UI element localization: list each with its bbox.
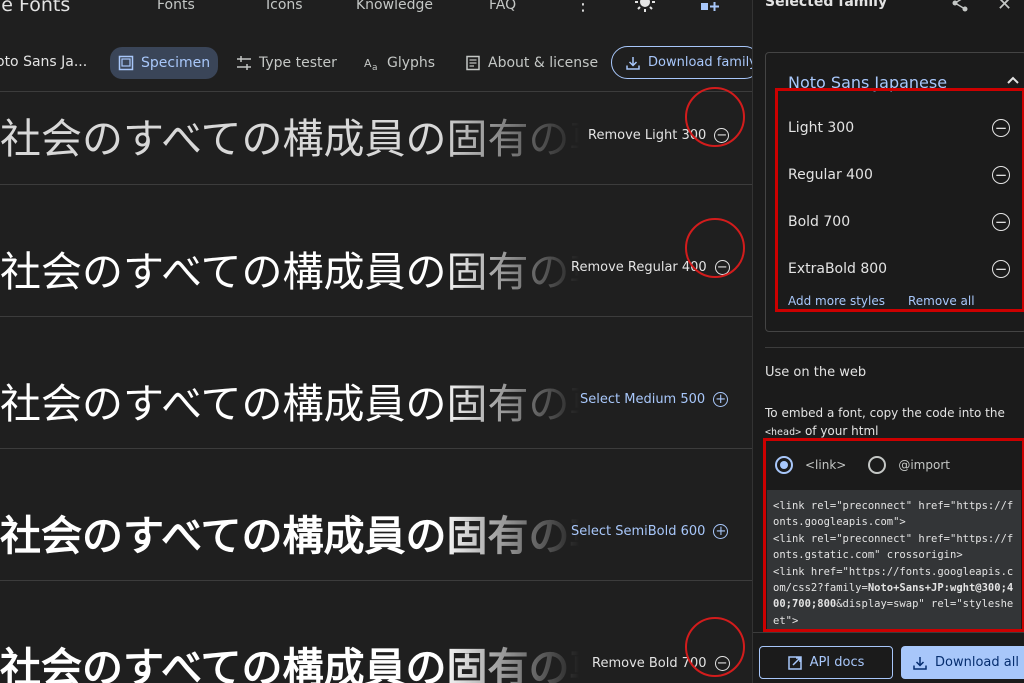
- style-label: ExtraBold 800: [788, 261, 888, 277]
- nav-faq[interactable]: FAQ: [489, 0, 516, 13]
- sample-text: 社会のすべての構成員の固有の尊厳: [0, 512, 580, 560]
- sample-text: 社会のすべての構成員の固有の尊厳: [0, 248, 580, 296]
- embed-type-radio-group: <link> @import: [775, 455, 950, 475]
- theme-toggle-icon[interactable]: [635, 0, 655, 12]
- remove-circle-icon: −: [714, 260, 730, 275]
- family-title[interactable]: Noto Sans Japanese: [788, 73, 947, 92]
- brand-logo[interactable]: le Fonts: [0, 0, 70, 16]
- api-docs-label: API docs: [809, 655, 865, 670]
- row-action-label: Select SemiBold 600: [571, 524, 706, 539]
- add-circle-icon: +: [713, 392, 729, 407]
- selected-families-icon[interactable]: [700, 0, 720, 12]
- remove-circle-icon[interactable]: −: [992, 119, 1010, 137]
- code-line: <link rel="preconnect" href="https://fon…: [773, 532, 1014, 562]
- download-all-button[interactable]: Download all: [901, 646, 1024, 679]
- select-medium-500-button[interactable]: Select Medium 500 +: [580, 392, 729, 407]
- use-on-web-heading: Use on the web: [765, 365, 867, 380]
- nav-icons[interactable]: Icons: [266, 0, 303, 13]
- api-docs-button[interactable]: API docs: [759, 646, 893, 679]
- remove-regular-400-button[interactable]: Remove Regular 400 −: [571, 260, 730, 275]
- embed-tail: of your html: [804, 424, 879, 438]
- remove-circle-icon[interactable]: −: [992, 166, 1010, 184]
- embed-instructions: To embed a font, copy the code into the …: [765, 404, 1015, 442]
- share-icon[interactable]: [951, 0, 969, 12]
- row-action-label: Remove Light 300: [588, 128, 707, 143]
- remove-circle-icon[interactable]: −: [992, 213, 1010, 231]
- remove-circle-icon: −: [714, 128, 730, 143]
- link-radio[interactable]: [775, 456, 793, 474]
- style-item: Light 300 −: [788, 115, 1010, 141]
- add-circle-icon: +: [713, 524, 729, 539]
- download-all-label: Download all: [935, 655, 1019, 670]
- row-action-label: Remove Bold 700: [592, 656, 707, 671]
- remove-circle-icon: −: [714, 656, 730, 671]
- specimen-row-medium-500: 社会のすべての構成員の固有の尊厳 Select Medium 500 +: [0, 317, 752, 449]
- remove-circle-icon[interactable]: −: [992, 260, 1010, 278]
- specimen-row-semibold-600: 社会のすべての構成員の固有の尊厳 Select SemiBold 600 +: [0, 449, 752, 581]
- add-more-styles-link[interactable]: Add more styles: [788, 294, 885, 308]
- nav-fonts[interactable]: Fonts: [157, 0, 195, 13]
- sample-text: 社会のすべての構成員の固有の尊厳: [0, 644, 580, 683]
- style-label: Bold 700: [788, 214, 851, 230]
- sample-text: 社会のすべての構成員の固有の尊厳: [0, 380, 580, 428]
- import-radio[interactable]: [868, 456, 887, 474]
- row-action-label: Select Medium 500: [580, 392, 706, 407]
- specimen-row-light-300: 社会のすべての構成員の固有の尊厳 Remove Light 300 −: [0, 53, 752, 185]
- more-vert-icon[interactable]: ⋮: [574, 0, 592, 15]
- chevron-up-icon[interactable]: [1006, 73, 1020, 87]
- top-nav: le Fonts Fonts Icons Knowledge FAQ ⋮: [0, 0, 752, 34]
- import-radio-label: @import: [898, 458, 950, 472]
- close-icon[interactable]: ✕: [997, 0, 1012, 15]
- specimen-row-bold-700: 社会のすべての構成員の固有の尊厳 Remove Bold 700 −: [0, 581, 752, 683]
- remove-all-link[interactable]: Remove all: [908, 294, 975, 308]
- selected-family-panel: Selected family ✕ Noto Sans Japanese Lig…: [752, 0, 1024, 683]
- panel-actions: API docs Download all: [753, 632, 1024, 683]
- select-semibold-600-button[interactable]: Select SemiBold 600 +: [571, 524, 729, 539]
- link-radio-label: <link>: [805, 458, 847, 472]
- remove-bold-700-button[interactable]: Remove Bold 700 −: [592, 656, 730, 671]
- embed-code-block[interactable]: <link rel="preconnect" href="https://fon…: [767, 490, 1021, 630]
- row-action-label: Remove Regular 400: [571, 260, 707, 275]
- remove-light-300-button[interactable]: Remove Light 300 −: [588, 128, 730, 143]
- panel-title: Selected family: [765, 0, 888, 10]
- embed-text: To embed a font, copy the code into the: [765, 406, 1005, 420]
- embed-head-tag: <head>: [765, 427, 802, 438]
- code-line: <link rel="preconnect" href="https://fon…: [773, 500, 1014, 529]
- specimen-row-regular-400: 社会のすべての構成員の固有の尊厳 Remove Regular 400 −: [0, 185, 752, 317]
- family-card: Noto Sans Japanese Light 300 − Regular 4…: [765, 52, 1024, 332]
- download-icon: [913, 656, 927, 670]
- nav-knowledge[interactable]: Knowledge: [356, 0, 433, 13]
- style-item: Regular 400 −: [788, 162, 1010, 188]
- open-in-new-icon: [787, 655, 802, 670]
- style-item: Bold 700 −: [788, 209, 1010, 235]
- style-label: Light 300: [788, 120, 855, 136]
- divider: [765, 347, 1024, 348]
- specimen-list: 社会のすべての構成員の固有の尊厳 Remove Light 300 − 社会のす…: [0, 93, 752, 683]
- sample-text: 社会のすべての構成員の固有の尊厳: [0, 115, 580, 163]
- style-label: Regular 400: [788, 167, 873, 183]
- style-item: ExtraBold 800 −: [788, 256, 1010, 282]
